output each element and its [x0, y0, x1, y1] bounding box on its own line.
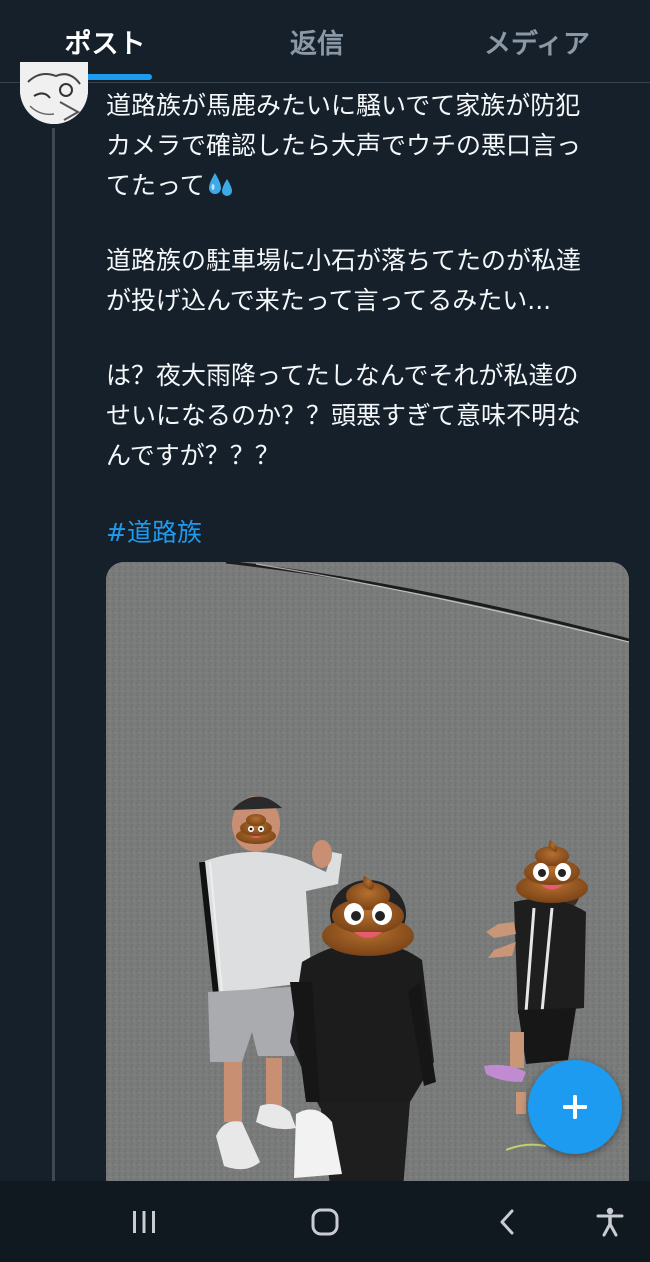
tab-replies[interactable]: 返信 — [232, 0, 402, 82]
profile-tabbar: ポスト 返信 メディア — [0, 0, 650, 83]
sweat-droplets-icon — [205, 169, 235, 199]
tweet-paragraph-3: は？夜大雨降ってたしなんでそれが私達の せいになるのか？？頭悪すぎて意味不明な … — [106, 356, 631, 476]
compose-post-button[interactable] — [528, 1060, 622, 1154]
tweet-paragraph-1: 道路族が馬鹿みたいに騒いでて家族が防犯 カメラで確認したら大声でウチの悪口言っ … — [106, 86, 626, 206]
tab-media[interactable]: メディア — [452, 0, 622, 82]
tweet-line: 道路族が馬鹿みたいに騒いでて家族が防犯 — [106, 91, 581, 120]
thread-connector-line — [52, 128, 55, 1183]
system-navigation-bar — [0, 1181, 650, 1262]
tweet-line: んですが？？？ — [106, 441, 280, 470]
recent-apps-button[interactable] — [104, 1181, 184, 1262]
tweet-line: 道路族の駐車場に小石が落ちてたのが私達 — [106, 246, 582, 275]
tweet-line-text: てたって — [106, 171, 205, 200]
screen: ポスト 返信 メディア 道路族が馬鹿みたいに騒いでて家族が防犯 カメラで確認した… — [0, 0, 650, 1262]
tweet-line: は？夜大雨降ってたしなんでそれが私達の — [106, 361, 579, 390]
recent-apps-icon — [133, 1210, 155, 1233]
avatar[interactable] — [20, 62, 88, 124]
tweet-line: てたって — [106, 166, 626, 206]
tweet-line: せいになるのか？？頭悪すぎて意味不明な — [106, 401, 582, 430]
plus-icon — [563, 1095, 587, 1119]
home-icon — [311, 1208, 339, 1235]
avatar-sketch-icon — [20, 62, 88, 124]
accessibility-button[interactable] — [570, 1181, 650, 1262]
accessibility-icon — [596, 1207, 624, 1236]
back-button[interactable] — [468, 1181, 548, 1262]
back-icon — [500, 1209, 514, 1234]
tweet-line: カメラで確認したら大声でウチの悪口言っ — [106, 131, 582, 160]
tweet-paragraph-2: 道路族の駐車場に小石が落ちてたのが私達 が投げ込んで来たって言ってるみたい... — [106, 241, 636, 321]
home-button[interactable] — [285, 1181, 365, 1262]
tweet-line: が投げ込んで来たって言ってるみたい... — [106, 286, 552, 315]
hashtag-link[interactable]: #道路族 — [106, 513, 202, 553]
